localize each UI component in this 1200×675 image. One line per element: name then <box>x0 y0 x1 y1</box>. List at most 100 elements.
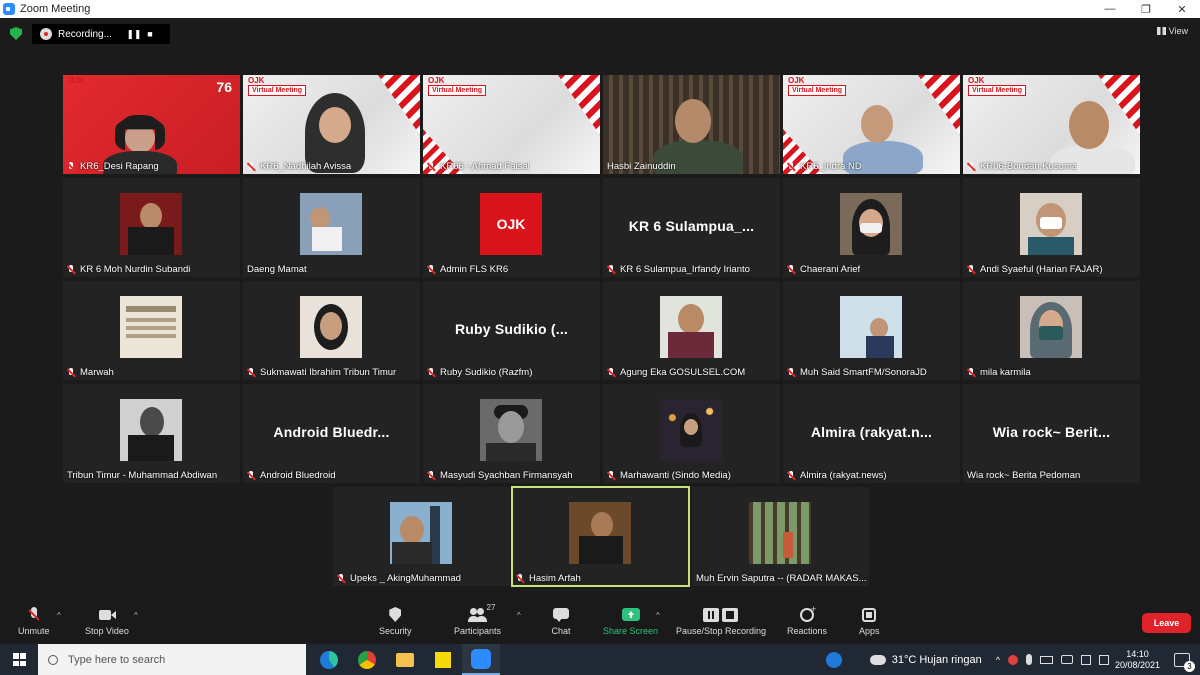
taskbar-clock[interactable]: 14:10 20/08/2021 <box>1115 649 1160 671</box>
tray-app-icon[interactable] <box>1007 654 1018 665</box>
start-button[interactable] <box>0 644 38 675</box>
mic-muted-icon <box>247 161 256 172</box>
active-speaker-tile[interactable]: Hasim Arfah <box>511 486 690 587</box>
participant-avatar <box>660 399 722 461</box>
video-options-caret[interactable]: ^ <box>134 611 138 620</box>
audio-options-caret[interactable]: ^ <box>57 611 61 620</box>
view-button[interactable]: View <box>1156 26 1188 36</box>
participant-tile[interactable]: Chaerani Arief <box>783 178 960 277</box>
participant-name: mila karmila <box>967 367 1031 378</box>
participant-tile[interactable]: Muh Ervin Saputra -- (RADAR MAKAS... <box>692 487 869 586</box>
virtual-background-stripes <box>918 75 960 135</box>
participant-tile[interactable]: Sukmawati Ibrahim Tribun Timur <box>243 281 420 380</box>
mic-muted-icon <box>427 264 436 275</box>
battery-icon[interactable] <box>1039 655 1053 664</box>
system-tray: 31°C Hujan ringan ^ 14:10 20/08/2021 3 <box>825 644 1200 675</box>
participant-avatar <box>1020 296 1082 358</box>
participant-tile[interactable]: Hasbi Zainuddin <box>603 75 780 174</box>
participant-name: Hasbi Zainuddin <box>607 161 676 172</box>
pause-stop-recording-button[interactable]: Pause/Stop Recording <box>676 605 766 636</box>
ojk-logo: OJK <box>428 76 445 85</box>
anniversary-logo: 76 <box>216 79 232 95</box>
participant-face <box>1069 101 1109 149</box>
virtual-meeting-label: Virtual Meeting <box>968 85 1027 96</box>
participant-tile[interactable]: Masyudi Syachban Firmansyah <box>423 384 600 483</box>
apps-button[interactable]: Apps <box>859 605 880 636</box>
participant-tile[interactable]: OJK Virtual Meeting KR6_Indra ND <box>783 75 960 174</box>
share-screen-button[interactable]: Share Screen <box>603 605 658 636</box>
weather-text[interactable]: 31°C Hujan ringan <box>892 654 982 666</box>
help-icon[interactable] <box>825 651 842 668</box>
maximize-button[interactable]: ❐ <box>1128 0 1164 18</box>
participant-tile[interactable]: OJK Admin FLS KR6 <box>423 178 600 277</box>
participant-name: Tribun Timur - Muhammad Abdiwan <box>67 470 218 481</box>
recording-label: Recording... <box>58 28 112 40</box>
chat-bubble-icon <box>551 605 571 625</box>
participant-tile[interactable]: Marwah <box>63 281 240 380</box>
share-options-caret[interactable]: ^ <box>656 611 660 620</box>
participant-name: Admin FLS KR6 <box>427 264 508 275</box>
tray-overflow-icon[interactable]: ^ <box>996 655 1000 665</box>
participant-tile[interactable]: Almira (rakyat.n... Almira (rakyat.news) <box>783 384 960 483</box>
participant-tile[interactable]: Ruby Sudikio (... Ruby Sudikio (Razfm) <box>423 281 600 380</box>
taskbar-chrome[interactable] <box>348 644 386 675</box>
participant-tile[interactable]: Daeng Mamat <box>243 178 420 277</box>
microphone-icon[interactable] <box>1025 654 1032 665</box>
taskbar-zoom[interactable] <box>462 644 500 675</box>
network-icon[interactable] <box>1060 655 1073 664</box>
mic-muted-icon <box>67 367 76 378</box>
participant-avatar <box>660 296 722 358</box>
taskbar-edge[interactable] <box>310 644 348 675</box>
mic-muted-icon <box>427 470 436 481</box>
participant-tile[interactable]: OJK Virtual Meeting KR6_Nadhilah Avissa <box>243 75 420 174</box>
participant-tile[interactable]: Agung Eka GOSULSEL.COM <box>603 281 780 380</box>
participant-tile[interactable]: Tribun Timur - Muhammad Abdiwan <box>63 384 240 483</box>
close-button[interactable]: ✕ <box>1164 0 1200 18</box>
participant-name: Daeng Mamat <box>247 264 307 275</box>
unmute-button[interactable]: Unmute <box>18 605 50 636</box>
stop-recording-button[interactable]: ■ <box>142 26 158 42</box>
grid-view-icon <box>1156 27 1166 35</box>
recording-cloud-icon <box>40 28 52 40</box>
participant-tile[interactable]: KR 6 Sulampua_... KR 6 Sulampua_Irfandy … <box>603 178 780 277</box>
participant-tile[interactable]: Muh Said SmartFM/SonoraJD <box>783 281 960 380</box>
mic-muted-icon <box>787 161 796 172</box>
pause-recording-button[interactable]: ❚❚ <box>126 26 142 42</box>
view-label: View <box>1168 26 1188 36</box>
language-icon[interactable] <box>1098 654 1109 665</box>
participant-tile[interactable]: Andi Syaeful (Harian FAJAR) <box>963 178 1140 277</box>
participant-tile[interactable]: Android Bluedr... Android Bluedroid <box>243 384 420 483</box>
mic-muted-icon <box>967 264 976 275</box>
participant-tile[interactable]: Wia rock~ Berit... Wia rock~ Berita Pedo… <box>963 384 1140 483</box>
mic-muted-icon <box>967 161 976 172</box>
ojk-logo: OJK <box>788 76 805 85</box>
participants-button[interactable]: 27 Participants <box>454 603 501 636</box>
encryption-shield-icon[interactable] <box>10 27 22 40</box>
weather-cloud-icon[interactable] <box>869 654 886 665</box>
chat-button[interactable]: Chat <box>551 605 571 636</box>
participant-tile[interactable]: OJK Virtual Meeting KR06-Bondan.Kusuma <box>963 75 1140 174</box>
security-button[interactable]: Security <box>379 605 412 636</box>
participant-name: Wia rock~ Berita Pedoman <box>967 470 1081 481</box>
participant-name: Muh Ervin Saputra -- (RADAR MAKAS... <box>696 573 866 584</box>
taskbar-sticky-notes[interactable] <box>424 644 462 675</box>
participant-tile[interactable]: OJK Virtual Meeting KR06 - Ahmad Faisal <box>423 75 600 174</box>
meeting-topbar: Recording... ❚❚ ■ View <box>0 18 1200 48</box>
reactions-button[interactable]: + Reactions <box>787 605 827 637</box>
participant-tile[interactable]: OJK 76 KR6_Desi Rapang <box>63 75 240 174</box>
participant-tile[interactable]: KR 6 Moh Nurdin Subandi <box>63 178 240 277</box>
stop-video-button[interactable]: Stop Video <box>85 605 129 636</box>
participant-avatar <box>300 193 362 255</box>
leave-button[interactable]: Leave <box>1142 613 1191 633</box>
apps-icon <box>859 605 879 625</box>
participants-options-caret[interactable]: ^ <box>517 611 521 620</box>
participant-tile[interactable]: Marhawanti (Sindo Media) <box>603 384 780 483</box>
minimize-button[interactable]: — <box>1092 0 1128 18</box>
taskbar-file-explorer[interactable] <box>386 644 424 675</box>
notification-icon[interactable]: 3 <box>1174 652 1195 672</box>
share-screen-icon <box>621 605 641 625</box>
taskbar-search-box[interactable]: Type here to search <box>38 644 306 675</box>
volume-icon[interactable] <box>1080 654 1091 665</box>
participant-tile[interactable]: mila karmila <box>963 281 1140 380</box>
participant-tile[interactable]: Upeks _ AkingMuhammad <box>333 487 510 586</box>
